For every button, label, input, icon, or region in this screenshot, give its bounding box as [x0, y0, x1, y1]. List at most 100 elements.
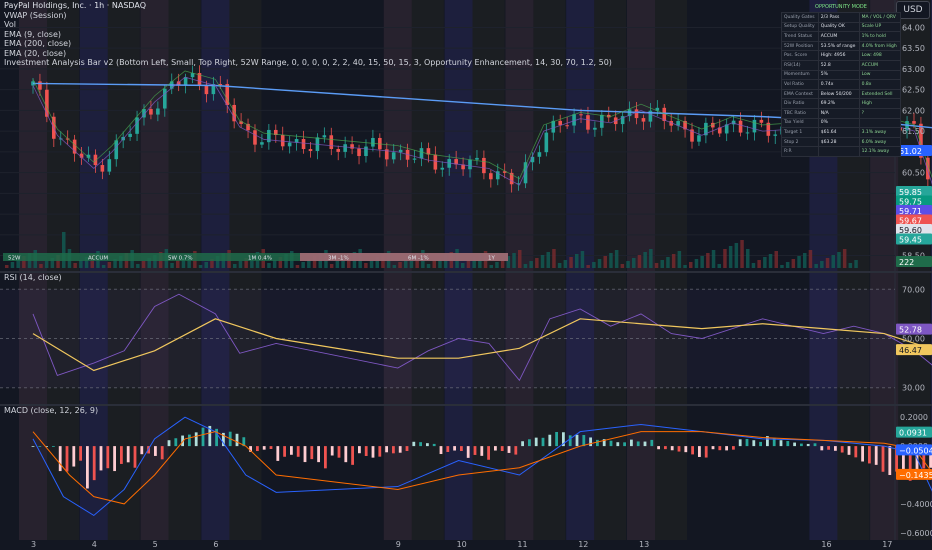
volume-bar	[711, 250, 716, 268]
volume-bar	[746, 249, 750, 268]
candle-body	[343, 144, 347, 152]
legend-vol[interactable]: Vol	[4, 20, 612, 30]
candle-body	[586, 115, 590, 130]
indicator-legend[interactable]: PayPal Holdings, Inc. · 1h · NASDAQ VWAP…	[4, 1, 612, 68]
volume-bar	[295, 265, 300, 268]
candle-body	[593, 127, 597, 130]
macd-histogram-bar	[58, 446, 62, 472]
macd-histogram-bar	[432, 443, 436, 447]
macd-histogram-bar	[589, 437, 592, 447]
macd-histogram-bar	[779, 440, 783, 447]
opportunity-cell: 69.2%	[817, 98, 860, 109]
macd-histogram-bar	[623, 442, 626, 447]
candle-body	[468, 159, 472, 170]
macd-histogram-bar	[840, 446, 844, 453]
volume-bar	[763, 257, 767, 268]
macd-histogram-bar	[630, 439, 633, 447]
session-band	[566, 0, 595, 540]
volume-bar	[848, 263, 853, 268]
macd-pane-title[interactable]: MACD (close, 12, 26, 9)	[4, 406, 98, 415]
volume-bar	[79, 260, 83, 268]
macd-histogram-bar	[874, 446, 878, 465]
macd-histogram-bar	[378, 446, 382, 457]
opportunity-cell: High	[858, 98, 902, 109]
legend-vwap[interactable]: VWAP (Session)	[4, 11, 612, 21]
candle-body	[322, 135, 327, 138]
opportunity-cell: TBC Ratio	[781, 107, 819, 119]
macd-histogram-bar	[820, 446, 824, 451]
macd-histogram-bar	[650, 439, 654, 447]
opportunity-cell: $63.28	[817, 136, 860, 148]
macd-histogram-bar	[684, 446, 688, 453]
volume-bar	[392, 265, 397, 268]
volume-bar	[814, 264, 818, 268]
opportunity-cell	[858, 117, 902, 129]
macd-tick-label: −0.4000	[900, 500, 932, 509]
macd-histogram-bar	[31, 446, 35, 447]
macd-histogram-bar	[507, 446, 511, 453]
rsi-pane-title[interactable]: RSI (14, close)	[4, 273, 62, 282]
macd-histogram-bar	[330, 446, 334, 456]
candle-body	[287, 142, 292, 147]
macd-tick-label: 0.2000	[900, 413, 928, 422]
volume-bar	[740, 240, 744, 268]
macd-histogram-bar	[188, 434, 191, 447]
volume-bar	[426, 264, 431, 268]
volume-bar	[329, 264, 334, 268]
volume-bar	[518, 250, 522, 268]
candle-body	[135, 117, 139, 134]
volume-bar	[842, 249, 847, 268]
macd-histogram-bar	[174, 438, 178, 447]
candle-body	[308, 149, 313, 151]
macd-histogram-bar	[636, 441, 640, 447]
candle-body	[253, 130, 257, 145]
volume-bar	[369, 260, 374, 268]
macd-histogram-bar	[480, 446, 484, 456]
opportunity-cell: 6.0% away	[858, 136, 902, 148]
volume-bar	[233, 264, 237, 268]
volume-bar	[557, 263, 562, 268]
volume-bar	[854, 260, 858, 268]
macd-histogram-bar	[154, 446, 157, 456]
volume-bar	[73, 263, 77, 268]
volume-bar	[39, 264, 43, 268]
macd-histogram-bar	[344, 446, 348, 463]
volume-bar	[614, 250, 619, 268]
legend-analysis-bar[interactable]: Investment Analysis Bar v2 (Bottom Left,…	[4, 58, 612, 68]
opportunity-cell: Quality OK	[817, 21, 860, 33]
legend-ema20[interactable]: EMA (20, close)	[4, 49, 612, 59]
opportunity-row: R:R 12.1% away	[781, 146, 902, 157]
candle-body	[183, 77, 188, 86]
legend-ema200[interactable]: EMA (200, close)	[4, 39, 612, 49]
macd-histogram-bar	[752, 440, 756, 447]
volume-bar	[198, 265, 203, 268]
candle-body	[149, 109, 153, 115]
legend-ema9[interactable]: EMA (9, close)	[4, 30, 612, 40]
volume-bar	[677, 251, 682, 268]
opportunity-table: Quality Gates 2/3 Pass MA / VOL / QRV Setup…	[781, 12, 902, 157]
macd-histogram-bar	[419, 442, 422, 447]
macd-histogram-bar	[72, 446, 76, 467]
opportunity-cell: 12.1% away	[858, 146, 902, 157]
candle-body	[412, 158, 417, 160]
candle-body	[773, 134, 778, 136]
volume-bar	[204, 262, 208, 268]
volume-bar	[575, 254, 579, 268]
macd-histogram-bar	[521, 441, 524, 447]
opportunity-cell	[817, 146, 860, 157]
candle-body	[107, 159, 112, 172]
ribbon-label: 5W 0.7%	[168, 256, 193, 262]
time-tick-label: 3	[31, 540, 36, 549]
candle-body	[433, 154, 438, 170]
currency-button[interactable]: USD	[896, 1, 930, 19]
macd-histogram-bar	[120, 446, 123, 464]
candle-body	[440, 167, 445, 170]
volume-bar	[398, 262, 402, 268]
macd-histogram-bar	[106, 446, 110, 469]
opportunity-cell: 3.1% away	[858, 127, 902, 138]
opportunity-row: TBC Ratio N/A?	[781, 107, 902, 119]
volume-bar	[780, 265, 784, 268]
session-band	[411, 0, 444, 540]
macd-histogram-bar	[711, 446, 715, 450]
volume-bar	[728, 246, 733, 268]
